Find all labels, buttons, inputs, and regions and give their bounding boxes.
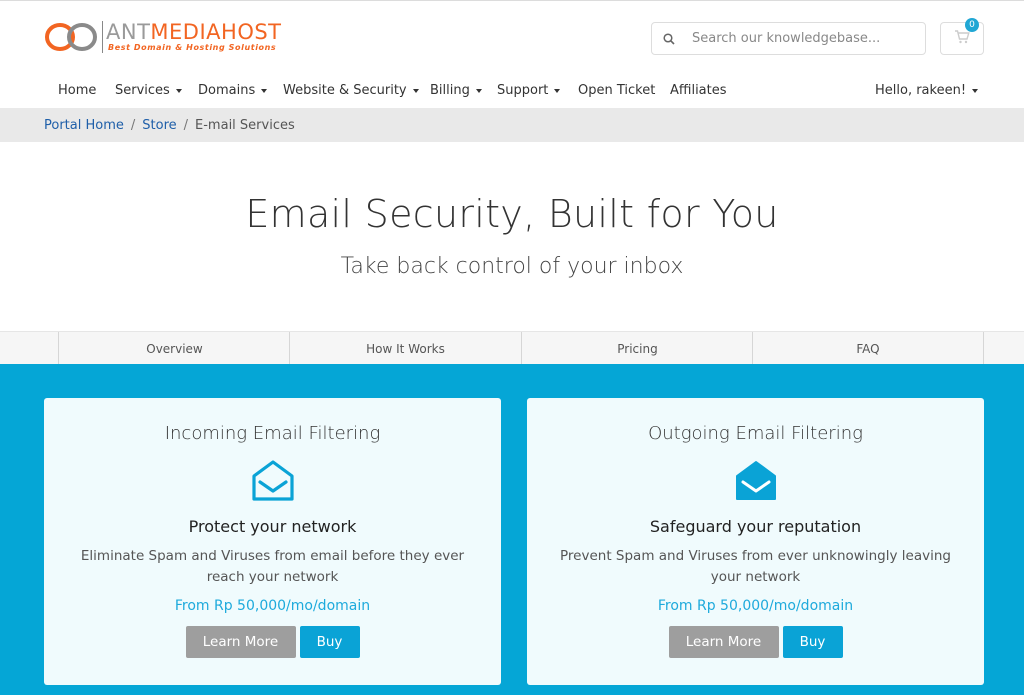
- buy-button[interactable]: Buy: [782, 626, 843, 658]
- breadcrumb: Portal Home / Store / E-mail Services: [0, 108, 1024, 142]
- nav-domains[interactable]: Domains: [198, 83, 268, 98]
- cart-button[interactable]: 0: [940, 18, 984, 55]
- buy-button[interactable]: Buy: [299, 626, 360, 658]
- nav-affiliates[interactable]: Affiliates: [670, 83, 727, 98]
- shopping-cart-icon: [954, 29, 970, 48]
- cart-count-badge: 0: [965, 18, 979, 32]
- product-card-outgoing: Outgoing Email Filtering Safeguard your …: [527, 398, 984, 685]
- breadcrumb-separator: /: [130, 117, 136, 133]
- brand-tagline: Best Domain & Hosting Solutions: [108, 43, 277, 52]
- product-heading: Protect your network: [188, 517, 357, 536]
- caret-down-icon: [554, 88, 561, 93]
- caret-down-icon: [175, 88, 182, 93]
- envelope-solid-icon: [733, 458, 779, 504]
- product-title: Outgoing Email Filtering: [648, 423, 863, 444]
- caret-down-icon: [412, 88, 419, 93]
- product-description: Eliminate Spam and Viruses from email be…: [80, 548, 465, 585]
- infinity-logo-icon: [44, 19, 103, 55]
- knowledgebase-search: [651, 22, 926, 55]
- breadcrumb-current: E-mail Services: [195, 117, 295, 133]
- nav-website-security[interactable]: Website & Security: [283, 83, 419, 98]
- nav-user-menu[interactable]: Hello, rakeen!: [875, 83, 979, 98]
- product-heading: Safeguard your reputation: [649, 517, 862, 536]
- tab-overview[interactable]: Overview: [58, 332, 290, 365]
- site-header: ANTMEDIAHOST Best Domain & Hosting Solut…: [0, 0, 1024, 75]
- nav-home[interactable]: Home: [58, 83, 96, 98]
- learn-more-button[interactable]: Learn More: [668, 626, 779, 658]
- product-price: From Rp 50,000/mo/domain: [657, 598, 854, 614]
- caret-down-icon: [475, 88, 482, 93]
- search-icon[interactable]: [652, 32, 686, 45]
- breadcrumb-separator: /: [183, 117, 189, 133]
- caret-down-icon: [972, 88, 979, 93]
- caret-down-icon: [261, 88, 268, 93]
- page-subtitle: Take back control of your inbox: [340, 254, 684, 279]
- product-price: From Rp 50,000/mo/domain: [174, 598, 371, 614]
- brand-logo[interactable]: ANTMEDIAHOST Best Domain & Hosting Solut…: [44, 19, 282, 55]
- page-title: Email Security, Built for You: [245, 192, 779, 236]
- brand-name: ANTMEDIAHOST: [106, 20, 282, 44]
- main-nav: Home Services Domains Website & Security…: [0, 75, 1024, 108]
- product-description: Prevent Spam and Viruses from ever unkno…: [560, 548, 951, 585]
- section-tabs: Overview How It Works Pricing FAQ: [0, 331, 1024, 365]
- tab-pricing[interactable]: Pricing: [521, 332, 753, 365]
- nav-services[interactable]: Services: [115, 83, 182, 98]
- breadcrumb-portal-home[interactable]: Portal Home: [44, 118, 124, 133]
- product-title: Incoming Email Filtering: [164, 423, 381, 444]
- nav-open-ticket[interactable]: Open Ticket: [578, 83, 655, 98]
- nav-billing[interactable]: Billing: [430, 83, 482, 98]
- tab-faq[interactable]: FAQ: [752, 332, 984, 365]
- breadcrumb-store[interactable]: Store: [142, 118, 176, 133]
- tab-how-it-works[interactable]: How It Works: [289, 332, 521, 365]
- product-card-incoming: Incoming Email Filtering Protect your ne…: [44, 398, 501, 685]
- search-input[interactable]: [692, 31, 917, 46]
- learn-more-button[interactable]: Learn More: [185, 626, 296, 658]
- nav-support[interactable]: Support: [497, 83, 561, 98]
- envelope-open-icon: [250, 458, 296, 504]
